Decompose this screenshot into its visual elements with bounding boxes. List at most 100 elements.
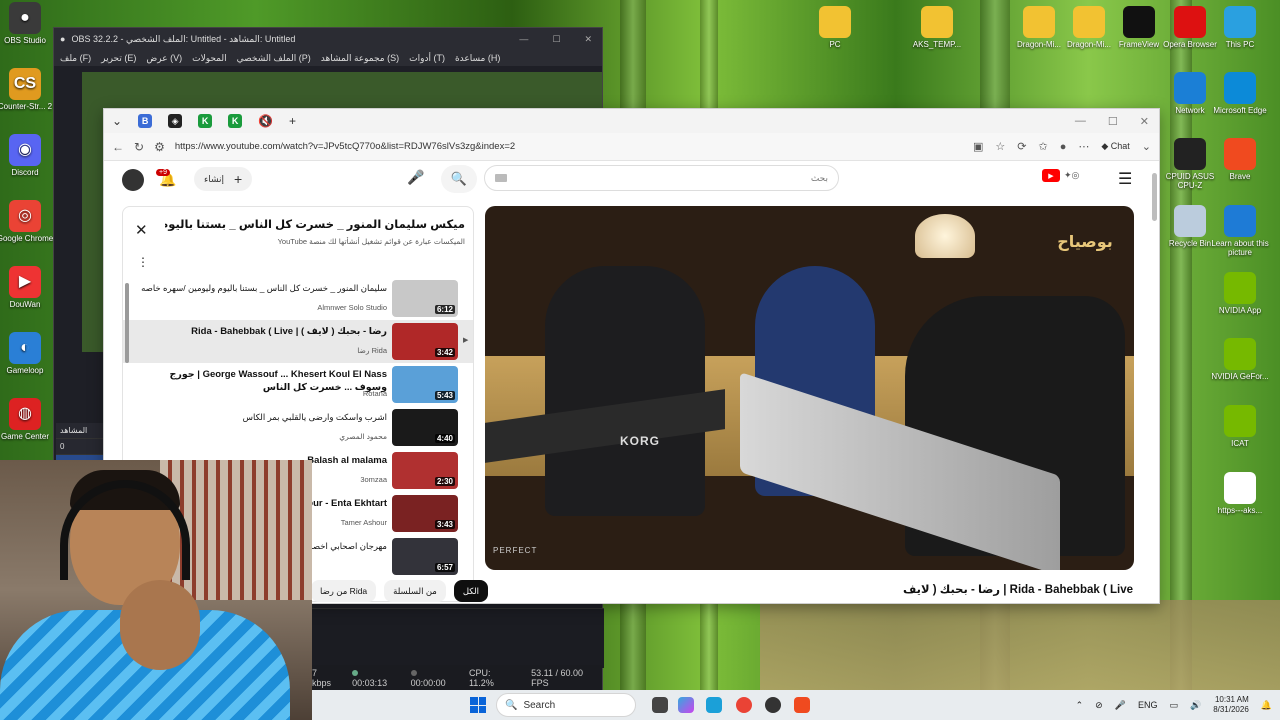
chevron-down-icon[interactable]: ⌄: [1142, 140, 1151, 153]
desktop-icon[interactable]: CS Counter-Str... 2: [0, 68, 60, 111]
muted-tab-icon[interactable]: 🔇: [258, 114, 273, 128]
playlist-item[interactable]: 5:43 George Wassouf ... Khesert Koul El N…: [123, 363, 473, 406]
start-button[interactable]: [470, 697, 486, 713]
playlist-item[interactable]: 4:40 اشرب واسكت وارضى يالقلبي بمر الكاس مح…: [123, 406, 473, 449]
obs-menu-item[interactable]: أدوات (T): [409, 53, 445, 64]
voice-search-icon[interactable]: 🎤: [407, 169, 424, 186]
search-input[interactable]: بحث: [484, 165, 839, 191]
obs-menu-item[interactable]: مساعدة (H): [455, 53, 500, 64]
filter-chip[interactable]: الكل: [453, 580, 488, 602]
desktop-icon[interactable]: ◐ Gameloop: [0, 332, 60, 375]
app-icon: [1224, 338, 1256, 370]
desktop-icon[interactable]: Microsoft Edge: [1205, 72, 1275, 115]
close-icon[interactable]: ✕: [135, 221, 148, 239]
back-arrow-icon[interactable]: ←: [112, 140, 124, 154]
hamburger-menu-icon[interactable]: ☰: [1118, 169, 1132, 189]
split-screen-icon[interactable]: ▣: [973, 140, 983, 153]
notifications-icon[interactable]: 🔔: [1261, 700, 1272, 711]
copilot-chat-button[interactable]: ◆ Chat: [1101, 141, 1129, 152]
app-icon: [1224, 472, 1256, 504]
youtube-logo[interactable]: ▶ ✦◎: [1042, 169, 1079, 182]
desktop-icon[interactable]: ▶ DouWan: [0, 266, 60, 309]
filter-chip[interactable]: من رضا Rida: [311, 580, 377, 602]
profile-avatar[interactable]: ●: [1060, 141, 1067, 153]
tab-favicon-icon[interactable]: K: [228, 114, 243, 128]
maximize-button[interactable]: ☐: [1108, 115, 1118, 128]
copilot-icon[interactable]: [678, 697, 694, 713]
refresh-icon[interactable]: ⟳: [1017, 140, 1026, 153]
desktop-icon[interactable]: NVIDIA GeFor...: [1205, 338, 1275, 381]
create-button[interactable]: إنشاء +: [194, 167, 253, 191]
video-thumbnail[interactable]: 3:43: [392, 495, 458, 532]
desktop-icon[interactable]: NVIDIA App: [1205, 272, 1275, 315]
tab-menu-chevron-icon[interactable]: ⌄: [112, 114, 122, 128]
video-thumbnail[interactable]: 5:43: [392, 366, 458, 403]
language-indicator[interactable]: ENG: [1138, 700, 1158, 710]
desktop-icon[interactable]: ICAT: [1205, 405, 1275, 448]
desktop-icon-label: Google Chrome: [0, 234, 54, 243]
obs-menu-item[interactable]: المحولات: [192, 53, 227, 64]
playlist-scrollbar[interactable]: [125, 283, 129, 363]
taskbar-search[interactable]: 🔍 Search: [496, 693, 636, 717]
tab-favicon-icon[interactable]: K: [198, 114, 213, 128]
display-icon[interactable]: ▭: [1169, 700, 1178, 711]
tab-favicon-icon[interactable]: ◈: [168, 114, 183, 128]
obs-menu-item[interactable]: تحرير (E): [101, 53, 136, 64]
desktop-icon[interactable]: Learn about this picture: [1205, 205, 1275, 257]
file-explorer-icon[interactable]: [652, 697, 668, 713]
url-field[interactable]: https://www.youtube.com/watch?v=JPv5tcQ7…: [175, 141, 515, 152]
new-tab-button[interactable]: +: [289, 114, 296, 128]
obs-menu-item[interactable]: عرض (V): [146, 53, 182, 64]
playlist-title[interactable]: ميكس سليمان المنور _ خسرت كل الناس _ بست…: [165, 217, 465, 231]
video-thumbnail[interactable]: 6:57: [392, 538, 458, 575]
more-menu-icon[interactable]: ⋯: [1078, 140, 1089, 153]
desktop-icon[interactable]: ● OBS Studio: [0, 2, 60, 45]
scene-item[interactable]: 0: [56, 439, 106, 455]
desktop-icon[interactable]: ◎ Google Chrome: [0, 200, 60, 243]
desktop-icon[interactable]: ◉ Discord: [0, 134, 60, 177]
collections-icon[interactable]: ✩: [1038, 140, 1047, 153]
clock[interactable]: 10:31 AM 8/31/2026: [1213, 695, 1249, 716]
more-vert-icon[interactable]: ⋮: [137, 255, 149, 269]
maximize-button[interactable]: ☐: [552, 34, 560, 45]
obs-menu-item[interactable]: مجموعة المشاهد (S): [321, 53, 399, 64]
edge-icon[interactable]: [706, 697, 722, 713]
obs-menu-item[interactable]: الملف الشخصي (P): [237, 53, 311, 64]
minimize-button[interactable]: —: [519, 34, 528, 45]
cpu-usage: CPU: 11.2%: [468, 668, 494, 688]
close-button[interactable]: ✕: [1140, 115, 1149, 128]
account-avatar[interactable]: [122, 169, 144, 191]
video-thumbnail[interactable]: 6:12: [392, 280, 458, 317]
video-thumbnail[interactable]: 4:40: [392, 409, 458, 446]
chrome-icon[interactable]: [736, 697, 752, 713]
filter-chip[interactable]: من السلسلة: [384, 580, 446, 602]
page-scrollbar[interactable]: [1152, 173, 1157, 221]
tab-favicon-icon[interactable]: B: [138, 114, 153, 128]
minimize-button[interactable]: —: [1075, 115, 1086, 128]
video-thumbnail[interactable]: 2:30: [392, 452, 458, 489]
reload-icon[interactable]: ↻: [134, 140, 144, 154]
close-button[interactable]: ✕: [584, 34, 592, 45]
desktop-icon[interactable]: This PC: [1205, 6, 1275, 49]
obs-menu-item[interactable]: ملف (F): [60, 53, 91, 64]
desktop-icon[interactable]: https---aks...: [1205, 472, 1275, 515]
keyboard-icon[interactable]: [495, 174, 507, 182]
brave-icon[interactable]: [794, 697, 810, 713]
video-player[interactable]: KORG بوصياح PERFECT: [485, 206, 1134, 570]
playlist-item[interactable]: 3:42 رضا - بحبك ( لايف ) | Rida - Bahebba…: [123, 320, 473, 363]
site-info-icon[interactable]: ⚙: [154, 140, 165, 154]
show-hidden-icons-chevron-icon[interactable]: ⌃: [1076, 700, 1084, 711]
desktop-icon[interactable]: AKS_TEMP...: [902, 6, 972, 49]
favorite-star-icon[interactable]: ☆: [995, 140, 1005, 153]
search-button[interactable]: 🔍: [441, 165, 477, 193]
network-icon[interactable]: ⊘: [1095, 700, 1103, 711]
playlist-item[interactable]: 6:12 سليمان المنور _ خسرت كل الناس _ بستن…: [123, 277, 473, 320]
desktop-icon[interactable]: Brave: [1205, 138, 1275, 181]
microphone-icon[interactable]: 🎤: [1115, 700, 1126, 711]
desktop-icon[interactable]: PC: [800, 6, 870, 49]
obs-titlebar[interactable]: ● OBS 32.2.2 - الملف الشخصي: Untitled - …: [54, 28, 602, 50]
obs-taskbar-icon[interactable]: [765, 697, 781, 713]
video-thumbnail[interactable]: 3:42: [392, 323, 458, 360]
desktop-icon[interactable]: ◍ Game Center: [0, 398, 60, 441]
volume-icon[interactable]: 🔊: [1190, 700, 1201, 711]
